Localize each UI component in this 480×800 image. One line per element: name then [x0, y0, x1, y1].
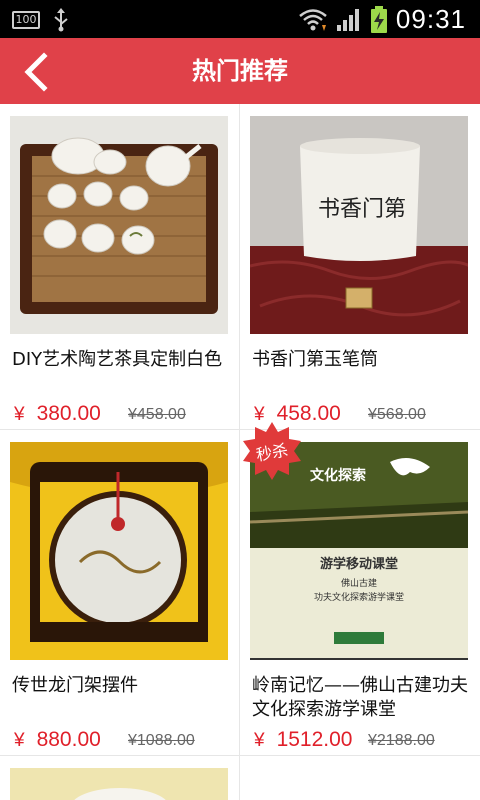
signal-icon	[336, 8, 359, 31]
product-image-partial[interactable]	[10, 768, 228, 800]
product-card-culture-course[interactable]: 文化探索 游学移动课堂 佛山古建 功夫文化探索游学课堂 秒杀 岭南记忆——佛山古…	[240, 422, 480, 756]
product-name[interactable]: DIY艺术陶艺茶具定制白色	[12, 348, 228, 372]
product-card-pen-holder[interactable]: 书香门第 书香门第玉笔筒 ¥458.00 ¥568.00	[240, 104, 480, 430]
back-button[interactable]	[16, 50, 60, 94]
battery-percent-icon: 100	[12, 11, 40, 29]
clock-time: 09:31	[395, 4, 466, 34]
svg-text:书香门第: 书香门第	[318, 197, 406, 222]
product-image-dragon-gate[interactable]	[10, 442, 228, 660]
product-price: ¥380.00	[14, 402, 101, 425]
product-name[interactable]: 岭南记忆——佛山古建功夫文化探索游学课堂	[252, 674, 468, 722]
product-name[interactable]: 传世龙门架摆件	[12, 674, 228, 698]
product-image-pen-holder[interactable]: 书香门第	[250, 116, 468, 334]
product-card-partial[interactable]	[0, 756, 240, 800]
product-price: ¥1512.00	[254, 728, 353, 751]
product-original-price: ¥1088.00	[128, 732, 195, 749]
product-card-tea-set[interactable]: DIY艺术陶艺茶具定制白色 ¥380.00 ¥458.00	[0, 104, 240, 430]
chevron-left-icon	[24, 52, 48, 92]
product-original-price: ¥458.00	[128, 406, 186, 423]
product-price: ¥880.00	[14, 728, 101, 751]
status-bar: 100 09:31	[0, 0, 480, 38]
page-title: 热门推荐	[192, 57, 288, 85]
product-image-tea-set[interactable]	[10, 116, 228, 334]
product-name[interactable]: 书香门第玉笔筒	[252, 348, 468, 372]
battery-charging-icon	[370, 5, 387, 33]
flash-sale-badge: 秒杀	[240, 420, 304, 484]
svg-text:功夫文化探索游学课堂: 功夫文化探索游学课堂	[314, 591, 404, 603]
app-header: 热门推荐	[0, 38, 480, 104]
product-card-dragon-gate[interactable]: 传世龙门架摆件 ¥880.00 ¥1088.00	[0, 430, 240, 756]
svg-text:佛山古建: 佛山古建	[341, 577, 377, 589]
svg-text:游学移动课堂: 游学移动课堂	[320, 556, 398, 572]
usb-icon	[54, 8, 68, 32]
product-original-price: ¥568.00	[368, 406, 426, 423]
product-original-price: ¥2188.00	[368, 732, 435, 749]
svg-text:文化探索: 文化探索	[310, 467, 366, 484]
wifi-icon	[299, 8, 327, 31]
